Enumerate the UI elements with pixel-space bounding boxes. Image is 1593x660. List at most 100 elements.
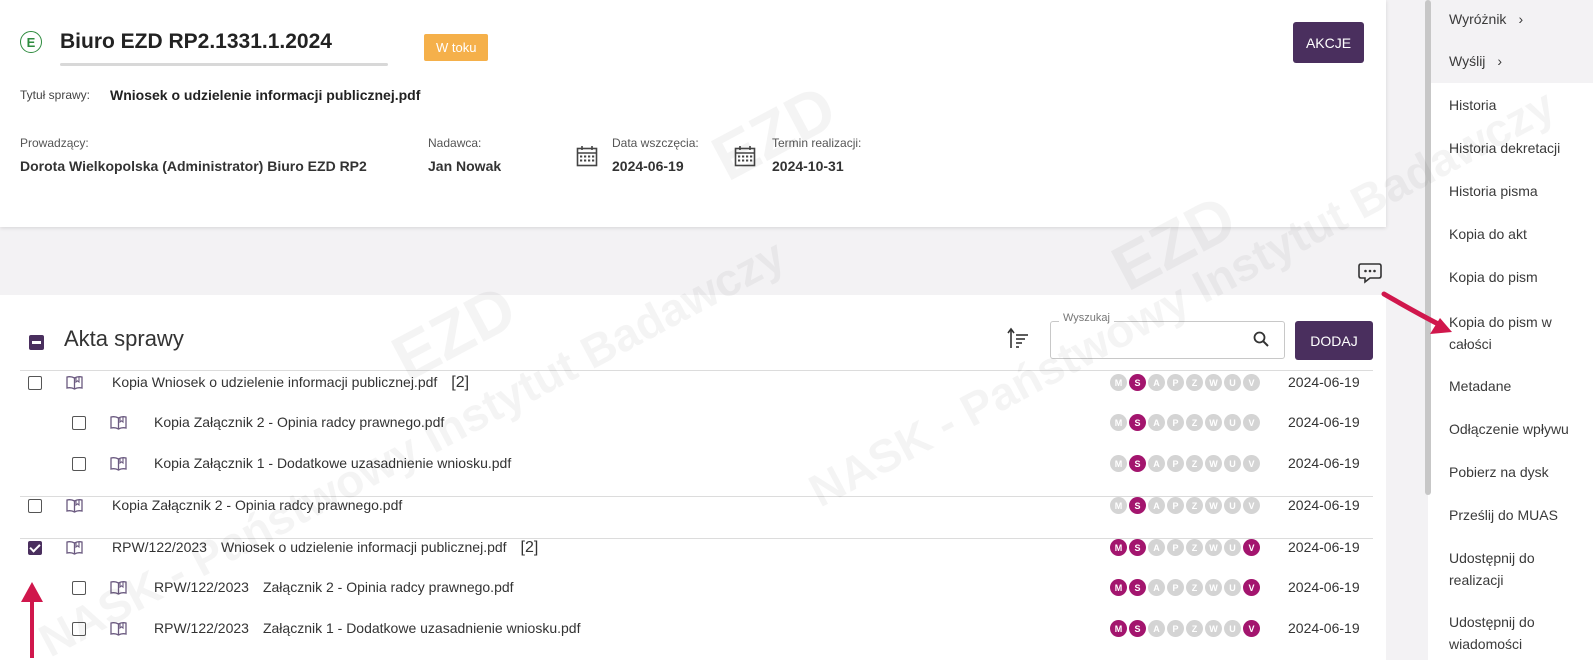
prowadzacy-field: Prowadzący: Dorota Wielkopolska (Adminis… (20, 136, 367, 174)
status-badge-v: V (1243, 414, 1260, 431)
menu-item-label: Udostępnij do (1449, 550, 1535, 566)
file-name[interactable]: Kopia Załącznik 1 - Dodatkowe uzasadnien… (154, 455, 511, 471)
electronic-case-icon: E (20, 31, 42, 53)
status-badge-a: A (1148, 374, 1165, 391)
status-badge-w: W (1205, 539, 1222, 556)
status-badge-s: S (1129, 374, 1146, 391)
row-date: 2024-06-19 (1288, 455, 1360, 471)
row-checkbox[interactable] (72, 416, 86, 430)
file-name-cell[interactable]: Kopia Załącznik 2 - Opinia radcy prawneg… (154, 414, 444, 430)
file-name-cell[interactable]: Kopia Wniosek o udzielenie informacji pu… (112, 374, 469, 392)
menu-item-odlaczenie-wplywu[interactable]: Odłączenie wpływu (1449, 418, 1569, 440)
status-badge-z: Z (1186, 455, 1203, 472)
case-title-row: E Biuro EZD RP2.1331.1.2024 (20, 30, 332, 54)
status-badge-p: P (1167, 374, 1184, 391)
file-name-cell[interactable]: Kopia Załącznik 2 - Opinia radcy prawneg… (112, 497, 402, 513)
row-checkbox[interactable] (72, 622, 86, 636)
search-input[interactable] (1050, 321, 1285, 359)
file-name[interactable]: Załącznik 2 - Opinia radcy prawnego.pdf (263, 579, 514, 595)
menu-item-label: Udostępnij do (1449, 614, 1535, 630)
dodaj-button[interactable]: DODAJ (1295, 321, 1373, 360)
book-icon[interactable] (110, 580, 127, 595)
row-checkbox[interactable] (28, 499, 42, 513)
status-badge-z: Z (1186, 374, 1203, 391)
table-row[interactable]: Kopia Załącznik 1 - Dodatkowe uzasadnien… (0, 444, 1386, 484)
file-name-cell[interactable]: RPW/122/2023 Wniosek o udzielenie informa… (112, 539, 538, 557)
row-checkbox[interactable] (72, 457, 86, 471)
status-badge-a: A (1148, 539, 1165, 556)
book-icon[interactable] (110, 621, 127, 636)
status-badge-p: P (1167, 539, 1184, 556)
file-name[interactable]: Wniosek o udzielenie informacji publiczn… (221, 539, 507, 555)
case-title-value: Wniosek o udzielenie informacji publiczn… (110, 87, 421, 103)
book-icon[interactable] (66, 498, 83, 513)
menu-item-udostepnij-do-wiadomosci[interactable]: Udostępnij do wiadomości (1449, 611, 1535, 655)
chevron-right-icon: › (1518, 11, 1524, 27)
table-row[interactable]: RPW/122/2023 Załącznik 1 - Dodatkowe uzas… (0, 609, 1386, 649)
status-badge-a: A (1148, 579, 1165, 596)
collapse-all-checkbox[interactable] (29, 335, 44, 350)
book-icon[interactable] (66, 540, 83, 555)
status-badge-z: Z (1186, 620, 1203, 637)
status-badge-s: S (1129, 414, 1146, 431)
file-name-cell[interactable]: RPW/122/2023 Załącznik 2 - Opinia radcy p… (154, 579, 514, 595)
status-badge-u: U (1224, 620, 1241, 637)
status-badge-u: U (1224, 455, 1241, 472)
table-row[interactable]: Kopia Załącznik 2 - Opinia radcy prawneg… (0, 486, 1386, 526)
menu-item-kopia-do-pism-w-calosci[interactable]: Kopia do pism w całości (1449, 311, 1552, 355)
file-name-cell[interactable]: Kopia Załącznik 1 - Dodatkowe uzasadnien… (154, 455, 511, 471)
annotation-arrow-icon (1381, 291, 1452, 334)
menu-item-kopia-do-akt[interactable]: Kopia do akt (1449, 223, 1527, 245)
table-row[interactable]: RPW/122/2023 Wniosek o udzielenie informa… (0, 528, 1386, 568)
book-icon[interactable] (66, 375, 83, 390)
search-icon[interactable] (1253, 331, 1269, 347)
menu-item-przeslij-do-muas[interactable]: Prześlij do MUAS (1449, 504, 1558, 526)
termin-field: Termin realizacji: 2024-10-31 (772, 136, 861, 174)
file-name[interactable]: Kopia Wniosek o udzielenie informacji pu… (112, 374, 437, 390)
status-badge-m: M (1110, 497, 1127, 514)
menu-item-historia[interactable]: Historia (1449, 94, 1496, 116)
status-badge-w: W (1205, 455, 1222, 472)
status-badge-w: W (1205, 497, 1222, 514)
row-checkbox[interactable] (28, 376, 42, 390)
nadawca-field: Nadawca: Jan Nowak (428, 136, 501, 174)
status-badge-s: S (1129, 539, 1146, 556)
file-name-cell[interactable]: RPW/122/2023 Załącznik 1 - Dodatkowe uzas… (154, 620, 580, 636)
file-name[interactable]: Kopia Załącznik 2 - Opinia radcy prawneg… (112, 497, 402, 513)
menu-item-metadane[interactable]: Metadane (1449, 375, 1511, 397)
file-name[interactable]: Kopia Załącznik 2 - Opinia radcy prawneg… (154, 414, 444, 430)
status-badge-z: Z (1186, 539, 1203, 556)
sidebar-scrollbar[interactable] (1425, 0, 1431, 495)
menu-item-pobierz-na-dysk[interactable]: Pobierz na dysk (1449, 461, 1549, 483)
status-badge-s: S (1129, 579, 1146, 596)
row-checkbox[interactable] (28, 541, 42, 555)
menu-item-wyslij[interactable]: Wyślij › (1449, 50, 1502, 72)
status-badges: MSAPZWUV (1110, 579, 1262, 596)
status-badge-v: V (1243, 374, 1260, 391)
akcje-button[interactable]: AKCJE (1293, 22, 1364, 63)
menu-item-label: Wyślij (1449, 53, 1486, 69)
status-badge-u: U (1224, 539, 1241, 556)
table-row[interactable]: RPW/122/2023 Załącznik 2 - Opinia radcy p… (0, 568, 1386, 608)
nadawca-value: Jan Nowak (428, 158, 502, 174)
menu-item-udostepnij-do-realizacji[interactable]: Udostępnij do realizacji (1449, 547, 1535, 591)
status-badge-u: U (1224, 414, 1241, 431)
menu-item-label: Kopia do pism w (1449, 314, 1552, 330)
book-icon[interactable] (110, 415, 127, 430)
menu-item-kopia-do-pism[interactable]: Kopia do pism (1449, 266, 1538, 288)
menu-item-historia-pisma[interactable]: Historia pisma (1449, 180, 1538, 202)
sort-icon[interactable] (1007, 327, 1029, 351)
comment-icon[interactable] (1358, 262, 1382, 284)
title-underline (60, 63, 388, 66)
status-badge-u: U (1224, 579, 1241, 596)
case-title-label: Tytuł sprawy: (20, 88, 91, 102)
file-name[interactable]: Załącznik 1 - Dodatkowe uzasadnienie wni… (263, 620, 581, 636)
book-icon[interactable] (110, 456, 127, 471)
status-badge-a: A (1148, 497, 1165, 514)
table-row[interactable]: Kopia Wniosek o udzielenie informacji pu… (0, 363, 1386, 403)
menu-item-wyroznik[interactable]: Wyróżnik › (1449, 8, 1523, 30)
table-row[interactable]: Kopia Załącznik 2 - Opinia radcy prawneg… (0, 403, 1386, 443)
status-badge-m: M (1110, 620, 1127, 637)
row-checkbox[interactable] (72, 581, 86, 595)
menu-item-historia-dekretacji[interactable]: Historia dekretacji (1449, 137, 1560, 159)
